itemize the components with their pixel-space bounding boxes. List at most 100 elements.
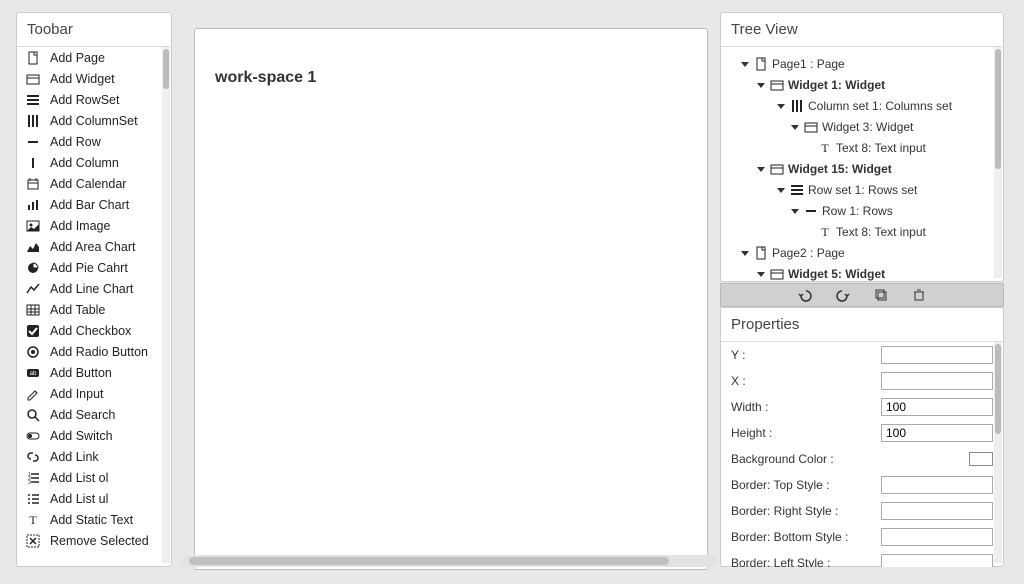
toolbar-item-rows[interactable]: Add RowSet [17,89,171,110]
caret-down-icon [741,248,751,258]
tree-node[interactable]: Page1 : Page [729,53,999,74]
toolbar-item-minus[interactable]: Add Row [17,131,171,152]
tree-node-label: Row set 1: Rows set [808,183,917,197]
tree-node[interactable]: Row 1: Rows [729,200,999,221]
toolbar-item-label: Add Widget [50,72,115,86]
property-input[interactable] [881,502,993,520]
caret-down-icon [777,185,787,195]
property-input[interactable] [881,528,993,546]
property-row: Y : [721,342,1003,368]
tree-node-label: Page1 : Page [772,57,845,71]
toolbar-item-text[interactable]: TAdd Static Text [17,509,171,530]
toolbar-item-page[interactable]: Add Page [17,47,171,68]
property-label: Background Color : [731,452,969,466]
canvas-panel[interactable]: work-space 1 [194,28,708,570]
toolbar-item-pie[interactable]: Add Pie Cahrt [17,257,171,278]
canvas-horizontal-scrollbar[interactable] [181,555,717,567]
tree-node[interactable]: Row set 1: Rows set [729,179,999,200]
remove-icon [25,533,41,549]
toolbar-header: Toobar [17,13,171,47]
switch-icon [25,428,41,444]
toolbar-item-pipe[interactable]: Add Column [17,152,171,173]
properties-body: Y :X :Width : Height : Background Color : B… [721,342,1003,567]
tree-node[interactable]: Widget 15: Widget [729,158,999,179]
property-input[interactable] [881,398,993,416]
tree-body: Page1 : Page Widget 1: WidgetColumn set 1… [721,47,1003,282]
property-row: Width : [721,394,1003,420]
properties-scrollbar[interactable] [994,342,1002,563]
property-input[interactable] [881,346,993,364]
tree-scrollbar[interactable] [994,47,1002,278]
toolbar-item-label: Add Page [50,51,105,65]
toolbar-item-remove[interactable]: Remove Selected [17,530,171,551]
property-label: Height : [731,426,881,440]
trash-button[interactable] [912,288,926,302]
tree-node[interactable]: Column set 1: Columns set [729,95,999,116]
toolbar-item-input[interactable]: Add Input [17,383,171,404]
redo-button[interactable] [836,288,850,302]
caret-down-icon [791,122,801,132]
toolbar-item-label: Add Checkbox [50,324,131,338]
svg-text:3: 3 [28,480,31,485]
toolbar-item-cols[interactable]: Add ColumnSet [17,110,171,131]
button-icon: ab [25,365,41,381]
text-icon: T [818,225,832,239]
toolbar-body: Add Page Add Widget Add RowSetAdd ColumnSe… [17,47,171,567]
tree-node[interactable]: Widget 3: Widget [729,116,999,137]
color-swatch[interactable] [969,452,993,466]
undo-button[interactable] [798,288,812,302]
minus-icon [25,134,41,150]
tree-node[interactable]: TText 8: Text input [729,221,999,242]
toolbar-item-search[interactable]: Add Search [17,404,171,425]
toolbar-item-link[interactable]: Add Link [17,446,171,467]
toolbar-item-area[interactable]: Add Area Chart [17,236,171,257]
image-icon [25,218,41,234]
toolbar-item-label: Add Line Chart [50,282,133,296]
toolbar-item-listol[interactable]: 123Add List ol [17,467,171,488]
properties-header: Properties [721,308,1003,342]
area-icon [25,239,41,255]
toolbar-item-label: Add Area Chart [50,240,135,254]
toolbar-item-switch[interactable]: Add Switch [17,425,171,446]
toolbar-item-label: Add List ul [50,492,108,506]
toolbar-item-widget[interactable]: Add Widget [17,68,171,89]
tree-node[interactable]: Page2 : Page [729,242,999,263]
tree-node-label: Widget 15: Widget [788,162,892,176]
page-icon [25,50,41,66]
property-row: Border: Bottom Style : [721,524,1003,550]
copy-button[interactable] [874,288,888,302]
toolbar-item-label: Add Link [50,450,99,464]
tree-node[interactable]: TText 8: Text input [729,137,999,158]
toolbar-item-calendar[interactable]: Add Calendar [17,173,171,194]
checkbox-icon [25,323,41,339]
toolbar-item-label: Add Pie Cahrt [50,261,128,275]
tree-node-label: Widget 5: Widget [788,267,885,281]
toolbar-item-button[interactable]: ab Add Button [17,362,171,383]
toolbar-item-table[interactable]: Add Table [17,299,171,320]
tree-node[interactable]: Widget 5: Widget [729,263,999,282]
toolbar-item-checkbox[interactable]: Add Checkbox [17,320,171,341]
toolbar-scrollbar[interactable] [162,47,170,563]
property-label: Border: Top Style : [731,478,881,492]
tree-view-header: Tree View [721,13,1003,47]
tree-node[interactable]: Widget 1: Widget [729,74,999,95]
toolbar-item-image[interactable]: Add Image [17,215,171,236]
caret-down-icon [741,59,751,69]
toolbar-item-line[interactable]: Add Line Chart [17,278,171,299]
property-input[interactable] [881,476,993,494]
svg-text:ab: ab [30,371,37,377]
property-input[interactable] [881,424,993,442]
toolbar-item-label: Add Button [50,366,112,380]
toolbar-item-radio[interactable]: Add Radio Button [17,341,171,362]
calendar-icon [25,176,41,192]
property-row: X : [721,368,1003,394]
property-label: Border: Bottom Style : [731,530,881,544]
property-input[interactable] [881,554,993,567]
toolbar-item-listul[interactable]: Add List ul [17,488,171,509]
toolbar-item-label: Add Calendar [50,177,126,191]
toolbar-item-label: Add Search [50,408,115,422]
rows-icon [25,92,41,108]
toolbar-item-bar[interactable]: Add Bar Chart [17,194,171,215]
cols-icon [25,113,41,129]
property-input[interactable] [881,372,993,390]
